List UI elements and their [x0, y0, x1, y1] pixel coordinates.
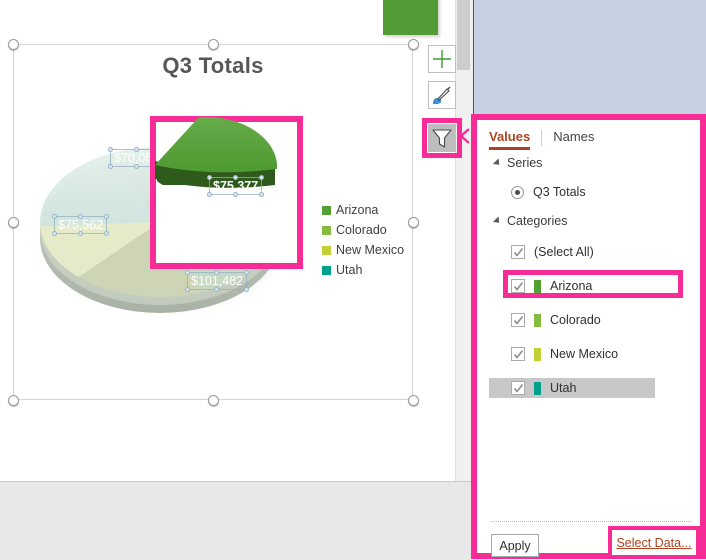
resize-handle-top-center[interactable]: [208, 39, 219, 50]
tab-values[interactable]: Values: [489, 129, 531, 150]
label-handle[interactable]: [77, 231, 83, 236]
resize-handle-middle-left[interactable]: [8, 217, 19, 228]
chart-filters-panel: Values Names Series Q3 Totals Categories…: [471, 114, 706, 559]
radio-icon[interactable]: [511, 185, 524, 199]
pie-slice-arizona-exploded[interactable]: [149, 115, 309, 275]
label-handle[interactable]: [52, 214, 57, 219]
group-label: Series: [507, 156, 543, 170]
panel-divider: [491, 521, 691, 522]
resize-handle-bottom-left[interactable]: [8, 395, 19, 406]
group-label: Categories: [507, 214, 568, 228]
data-label-arizona[interactable]: $75,377: [207, 175, 265, 197]
legend-label: New Mexico: [336, 243, 405, 257]
panel-tabs: Values Names: [489, 129, 594, 150]
resize-handle-middle-right[interactable]: [408, 217, 419, 228]
label-handle[interactable]: [207, 192, 212, 197]
category-item-colorado[interactable]: Colorado: [511, 310, 601, 330]
legend-label: Arizona: [336, 203, 379, 217]
legend-label: Utah: [336, 263, 363, 277]
chart-legend[interactable]: Arizona Colorado New Mexico Utah: [322, 200, 404, 280]
legend-swatch-icon: [322, 265, 331, 275]
data-label-text: $75,562: [58, 218, 104, 232]
chart-title[interactable]: Q3 Totals: [13, 53, 413, 79]
category-label: Colorado: [550, 313, 601, 327]
apply-button[interactable]: Apply: [491, 534, 539, 557]
resize-handle-bottom-center[interactable]: [208, 395, 219, 406]
legend-item-colorado[interactable]: Colorado: [322, 220, 404, 240]
series-item-q3-totals[interactable]: Q3 Totals: [511, 182, 586, 202]
series-item-label: Q3 Totals: [533, 185, 586, 199]
checkbox-icon[interactable]: [511, 381, 525, 395]
group-header-series[interactable]: Series: [492, 156, 543, 170]
label-handle[interactable]: [232, 175, 238, 180]
callout-rectangle-arizona-row: [503, 270, 683, 298]
category-item-new-mexico[interactable]: New Mexico: [511, 344, 618, 364]
label-handle[interactable]: [133, 164, 139, 169]
legend-label: Colorado: [336, 223, 387, 237]
chart-filters-panel-body: Values Names Series Q3 Totals Categories…: [477, 120, 700, 559]
callout-rectangle-filter-button: [422, 118, 462, 158]
paintbrush-icon: [433, 86, 451, 105]
bottom-status-strip: [0, 481, 500, 560]
legend-swatch-icon: [322, 245, 331, 255]
legend-item-new-mexico[interactable]: New Mexico: [322, 240, 404, 260]
data-label-new-mexico[interactable]: $75,562: [52, 214, 110, 236]
legend-swatch-icon: [322, 225, 331, 235]
checkbox-icon[interactable]: [511, 313, 525, 327]
label-handle[interactable]: [133, 147, 139, 152]
label-handle[interactable]: [108, 147, 113, 152]
category-color-swatch-icon: [534, 313, 541, 327]
callout-pointer-chevron: [458, 127, 472, 150]
category-color-swatch-icon: [534, 381, 541, 395]
category-label: (Select All): [534, 245, 594, 259]
data-label-text: $75,377: [213, 179, 259, 193]
category-label: New Mexico: [550, 347, 619, 361]
legend-item-utah[interactable]: Utah: [322, 260, 404, 280]
checkbox-icon[interactable]: [511, 347, 525, 361]
data-label-text: $101,482: [191, 274, 244, 288]
collapse-triangle-icon: [492, 158, 503, 168]
resize-handle-top-right[interactable]: [408, 39, 419, 50]
resize-handle-bottom-right[interactable]: [408, 395, 419, 406]
label-handle[interactable]: [232, 192, 238, 197]
label-handle[interactable]: [207, 175, 212, 180]
checkbox-icon[interactable]: [511, 245, 525, 259]
callout-rectangle-select-data: Select Data...: [608, 526, 700, 559]
category-color-swatch-icon: [534, 347, 541, 361]
label-handle[interactable]: [77, 214, 83, 219]
tab-names[interactable]: Names: [553, 129, 594, 147]
group-header-categories[interactable]: Categories: [492, 214, 568, 228]
legend-item-arizona[interactable]: Arizona: [322, 200, 404, 220]
chart-styles-button[interactable]: [428, 81, 456, 109]
label-handle[interactable]: [185, 287, 190, 292]
select-data-link[interactable]: Select Data...: [616, 536, 691, 550]
label-handle[interactable]: [52, 231, 57, 236]
plus-icon: [433, 50, 451, 68]
category-item-select-all[interactable]: (Select All): [511, 242, 594, 262]
collapse-triangle-icon: [492, 216, 503, 226]
chart-elements-button[interactable]: [428, 45, 456, 73]
green-color-swatch: [383, 0, 438, 35]
label-handle[interactable]: [108, 164, 113, 169]
category-label: Utah: [550, 381, 577, 395]
tab-separator: [541, 130, 543, 146]
vertical-scrollbar-thumb[interactable]: [457, 0, 470, 70]
resize-handle-top-left[interactable]: [8, 39, 19, 50]
legend-swatch-icon: [322, 205, 331, 215]
category-item-utah[interactable]: Utah: [511, 378, 576, 398]
